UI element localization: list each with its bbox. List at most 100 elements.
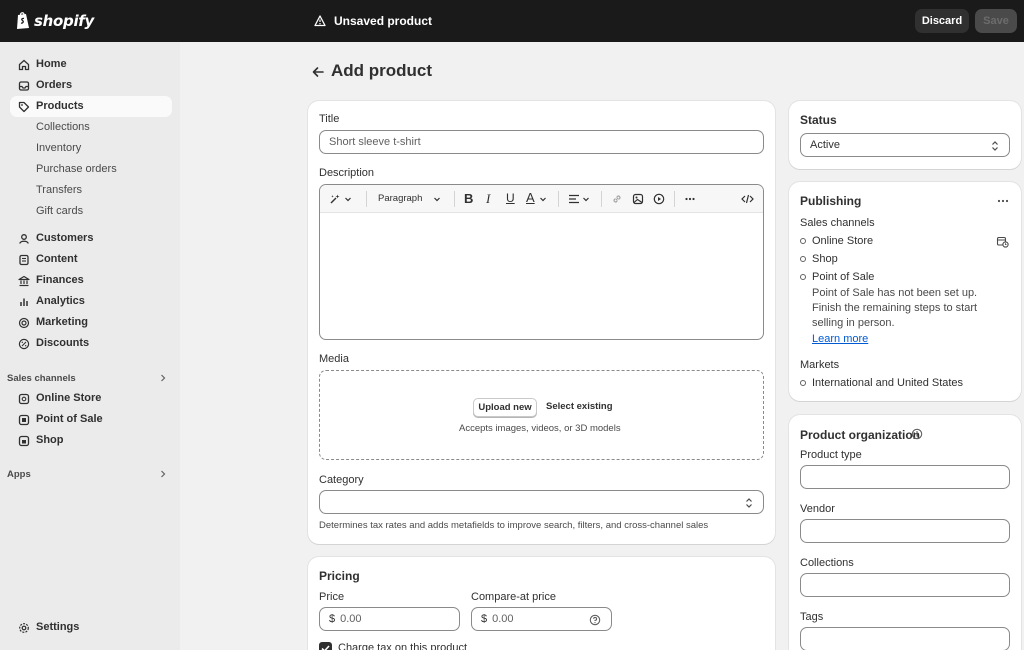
vendor-input[interactable] bbox=[800, 519, 1010, 543]
media-label: Media bbox=[319, 353, 349, 365]
sidebar-item-label: Gift cards bbox=[36, 205, 84, 217]
collections-input[interactable] bbox=[800, 573, 1010, 597]
product-type-input[interactable] bbox=[800, 465, 1010, 489]
info-icon[interactable] bbox=[911, 428, 923, 440]
upload-new-button[interactable]: Upload new bbox=[473, 398, 537, 417]
sidebar-item-analytics[interactable]: Analytics bbox=[10, 291, 172, 312]
pos-icon bbox=[17, 413, 30, 426]
sidebar-item-shop[interactable]: Shop bbox=[10, 430, 172, 451]
pricing-heading: Pricing bbox=[319, 569, 360, 583]
code-icon[interactable] bbox=[741, 193, 754, 205]
sidebar-item-finances[interactable]: Finances bbox=[10, 270, 172, 291]
shopify-bag-icon bbox=[17, 12, 29, 29]
more-horizontal-icon[interactable] bbox=[684, 193, 696, 205]
currency-symbol: $ bbox=[481, 613, 488, 625]
title-input[interactable]: Short sleeve t-shirt bbox=[319, 130, 764, 154]
sidebar-item-content[interactable]: Content bbox=[10, 249, 172, 270]
sidebar-item-customers[interactable]: Customers bbox=[10, 228, 172, 249]
toolbar-divider bbox=[558, 191, 559, 207]
charge-tax-label: Charge tax on this product bbox=[338, 642, 468, 650]
sales-channels-label: Sales channels bbox=[800, 217, 875, 229]
sidebar-item-label: Customers bbox=[36, 232, 94, 244]
compare-at-label: Compare-at price bbox=[471, 591, 556, 603]
main-content: Add product Title Short sleeve t-shirt D… bbox=[180, 42, 1024, 650]
chevron-down-icon[interactable] bbox=[344, 195, 352, 203]
channel-bullet bbox=[800, 238, 806, 244]
sidebar-item-label: Transfers bbox=[36, 184, 83, 196]
apps-heading[interactable]: Apps bbox=[7, 469, 31, 480]
category-select[interactable] bbox=[319, 490, 764, 514]
sidebar-item-orders[interactable]: Orders bbox=[10, 75, 172, 96]
chevron-down-icon[interactable] bbox=[433, 195, 441, 203]
sidebar-subitem-gift-cards[interactable]: Gift cards bbox=[10, 201, 172, 222]
sidebar-item-products[interactable]: Products bbox=[10, 96, 172, 117]
price-input[interactable]: $ 0.00 bbox=[319, 607, 460, 631]
description-editor[interactable]: Paragraph B I U A bbox=[319, 184, 764, 340]
underline-icon[interactable]: U bbox=[506, 191, 515, 205]
chart-icon bbox=[17, 295, 30, 308]
chevron-down-icon[interactable] bbox=[539, 195, 547, 203]
tags-input[interactable] bbox=[800, 627, 1010, 650]
tag-icon bbox=[17, 100, 30, 113]
calendar-schedule-icon[interactable] bbox=[996, 235, 1009, 248]
sidebar-item-online-store[interactable]: Online Store bbox=[10, 388, 172, 409]
toolbar-divider bbox=[601, 191, 602, 207]
sidebar-subitem-collections[interactable]: Collections bbox=[10, 117, 172, 138]
chevron-right-icon[interactable] bbox=[157, 468, 169, 480]
save-button[interactable]: Save bbox=[975, 9, 1017, 33]
channel-shop: Shop bbox=[812, 253, 838, 265]
select-existing-button[interactable]: Select existing bbox=[546, 401, 613, 412]
link-icon[interactable] bbox=[611, 193, 623, 205]
media-dropzone[interactable] bbox=[319, 370, 764, 460]
sidebar-item-discounts[interactable]: Discounts bbox=[10, 333, 172, 354]
image-icon[interactable] bbox=[632, 193, 644, 205]
publishing-heading: Publishing bbox=[800, 194, 862, 208]
magic-icon[interactable] bbox=[329, 193, 341, 205]
sidebar-subitem-purchase-orders[interactable]: Purchase orders bbox=[10, 159, 172, 180]
sidebar-item-label: Home bbox=[36, 58, 67, 70]
bank-icon bbox=[17, 274, 30, 287]
market-bullet bbox=[800, 380, 806, 386]
discard-button[interactable]: Discard bbox=[915, 9, 969, 33]
publishing-card: Publishing Sales channels Online Store S… bbox=[789, 182, 1021, 401]
unsaved-status: Unsaved product bbox=[314, 14, 432, 28]
help-circle-icon[interactable] bbox=[589, 614, 601, 626]
price-label: Price bbox=[319, 591, 345, 603]
price-placeholder: 0.00 bbox=[340, 613, 362, 625]
sidebar-item-marketing[interactable]: Marketing bbox=[10, 312, 172, 333]
bold-icon[interactable]: B bbox=[464, 191, 473, 206]
more-horizontal-icon[interactable] bbox=[996, 195, 1010, 207]
sidebar-item-settings[interactable]: Settings bbox=[10, 617, 172, 638]
chevron-right-icon[interactable] bbox=[157, 372, 169, 384]
editor-toolbar: Paragraph B I U A bbox=[320, 185, 763, 213]
video-icon[interactable] bbox=[653, 193, 665, 205]
sales-channels-heading[interactable]: Sales channels bbox=[7, 373, 76, 384]
sidebar-item-label: Finances bbox=[36, 274, 84, 286]
sidebar-item-home[interactable]: Home bbox=[10, 54, 172, 75]
shopify-logo[interactable]: shopify bbox=[15, 11, 94, 30]
organization-heading: Product organization bbox=[800, 428, 920, 442]
sidebar-item-label: Content bbox=[36, 253, 78, 265]
status-select[interactable]: Active bbox=[800, 133, 1010, 157]
toolbar-divider bbox=[366, 191, 367, 207]
text-color-icon[interactable]: A bbox=[526, 190, 535, 205]
sidebar-subitem-transfers[interactable]: Transfers bbox=[10, 180, 172, 201]
chevron-down-icon[interactable] bbox=[582, 195, 590, 203]
sidebar-subitem-inventory[interactable]: Inventory bbox=[10, 138, 172, 159]
compare-at-input[interactable]: $ 0.00 bbox=[471, 607, 612, 631]
sidebar-item-point-of-sale[interactable]: Point of Sale bbox=[10, 409, 172, 430]
charge-tax-checkbox[interactable] bbox=[319, 642, 332, 650]
align-left-icon[interactable] bbox=[568, 193, 580, 205]
sidebar-item-label: Products bbox=[36, 100, 84, 112]
page-title: Add product bbox=[331, 61, 433, 80]
home-icon bbox=[17, 58, 30, 71]
currency-symbol: $ bbox=[329, 613, 336, 625]
channel-point-of-sale: Point of Sale bbox=[812, 271, 875, 283]
italic-icon[interactable]: I bbox=[486, 191, 490, 207]
back-arrow-icon[interactable] bbox=[311, 65, 325, 79]
sidebar-item-label: Orders bbox=[36, 79, 73, 91]
paragraph-select[interactable]: Paragraph bbox=[378, 193, 422, 204]
inbox-icon bbox=[17, 79, 30, 92]
description-label: Description bbox=[319, 167, 375, 179]
learn-more-link[interactable]: Learn more bbox=[812, 333, 868, 345]
